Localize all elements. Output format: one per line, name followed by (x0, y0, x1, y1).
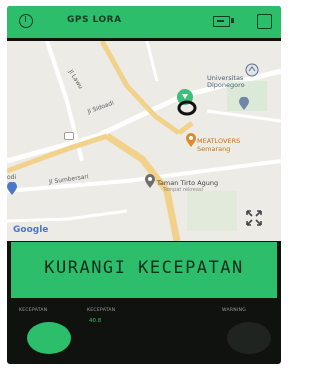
warning-indicator-led[interactable] (227, 322, 271, 354)
google-logo: Google (13, 225, 49, 235)
battery-icon[interactable] (213, 16, 234, 27)
place-pin-icon[interactable] (144, 174, 156, 189)
university-label: Universitas Diponegoro (207, 74, 245, 89)
phone-screen: GPS LORA Jl Lawu Jl Sidoadi Jl Sumbersar… (7, 6, 281, 364)
restaurant-label: MEATLOVERS Semarang (197, 137, 241, 153)
app-title: GPS LORA (67, 15, 122, 25)
map-view[interactable]: Jl Lawu Jl Sidoadi Jl Sumbersari odi Uni… (7, 41, 281, 241)
back-icon[interactable] (19, 14, 33, 28)
restaurant-pin-icon[interactable] (185, 133, 197, 148)
university-icon[interactable] (245, 63, 259, 77)
speed-value: 40.8 (89, 318, 102, 324)
edge-label: odi (7, 174, 17, 181)
warning-banner-text: KURANGI KECEPATAN (44, 258, 244, 278)
fullscreen-icon[interactable] (245, 209, 263, 227)
park-label: Taman Tirto Agung (157, 179, 219, 187)
transit-pin-icon[interactable] (7, 182, 17, 196)
road-shield-icon (64, 132, 74, 140)
speed-indicator-led[interactable] (27, 322, 71, 354)
speed-label: KECEPATAN (87, 308, 116, 313)
speed-indicator-label: KECEPATAN (19, 308, 48, 313)
warning-banner: KURANGI KECEPATAN (11, 242, 277, 298)
warning-label: WARNING (222, 308, 247, 313)
park-sub-label: Tempat rekreasi (163, 187, 203, 193)
current-location-icon[interactable] (173, 87, 199, 117)
square-icon[interactable] (257, 14, 272, 29)
university-pin-icon[interactable] (238, 97, 250, 111)
app-bar: GPS LORA (7, 6, 281, 38)
